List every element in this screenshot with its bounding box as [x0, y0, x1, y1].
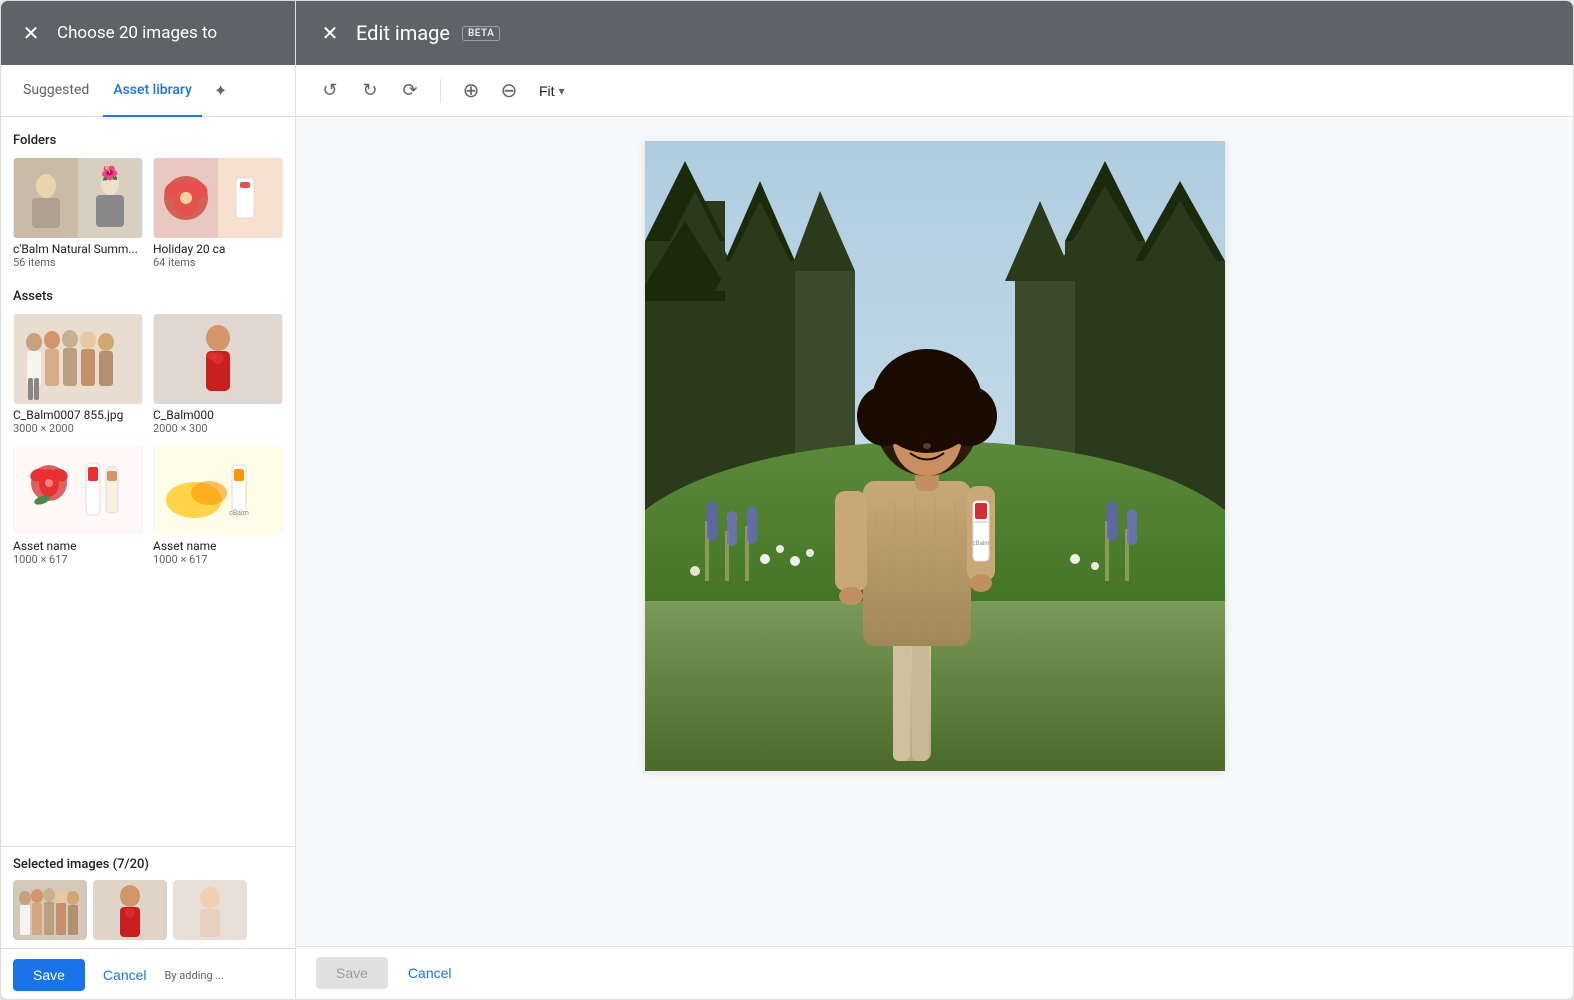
dropdown-arrow-icon: ▾: [559, 84, 565, 98]
reset-button[interactable]: ⟳: [392, 73, 428, 109]
folder-thumb-svg-2: [153, 158, 283, 238]
folder-1-name: c'Balm Natural Summ...: [13, 242, 143, 256]
selected-thumbs-row: [13, 880, 283, 940]
asset-thumb-2: [153, 314, 283, 404]
right-header: ✕ Edit image BETA: [296, 1, 1573, 65]
left-close-button[interactable]: ✕: [17, 19, 45, 47]
left-cancel-button[interactable]: Cancel: [95, 959, 155, 991]
right-cancel-button[interactable]: Cancel: [400, 957, 460, 989]
tab-suggested[interactable]: Suggested: [13, 65, 99, 117]
selected-thumb-3[interactable]: [173, 880, 247, 940]
asset-thumb-1: [13, 314, 143, 404]
image-canvas: cBalm: [645, 141, 1225, 771]
tabs-row: Suggested Asset library ✦: [1, 65, 295, 117]
folder-thumb-svg-1: 🌺: [13, 158, 143, 238]
asset-item-4[interactable]: cBalm Asset name 1000 × 617: [153, 445, 283, 566]
selected-thumb-1[interactable]: [13, 880, 87, 940]
asset-item-2[interactable]: C_Balm000 2000 × 300: [153, 314, 283, 435]
selected-label: Selected images (7/20): [13, 857, 283, 872]
svg-text:🌺: 🌺: [101, 165, 118, 182]
toolbar-separator: [440, 79, 441, 103]
redo-icon: ↻: [362, 80, 377, 101]
left-header: ✕ Choose 20 images to: [1, 1, 295, 65]
asset-thumb-3: [13, 445, 143, 535]
left-panel-title: Choose 20 images to: [57, 23, 217, 43]
folders-grid: 🌺 c'Balm Natural Summ... 56 items: [13, 158, 283, 269]
redo-button[interactable]: ↻: [352, 73, 388, 109]
zoom-out-icon: ⊖: [501, 78, 518, 103]
zoom-out-button[interactable]: ⊖: [491, 73, 527, 109]
selected-images-section: Selected images (7/20): [1, 846, 295, 948]
asset-3-name: Asset name: [13, 539, 143, 553]
assets-grid: C_Balm0007 855.jpg 3000 × 2000: [13, 314, 283, 566]
tab-asset-library[interactable]: Asset library: [103, 65, 202, 117]
selected-thumb-2[interactable]: [93, 880, 167, 940]
asset-2-name: C_Balm000: [153, 408, 283, 422]
asset-svg-2: [153, 314, 283, 404]
asset-item-3[interactable]: Asset name 1000 × 617: [13, 445, 143, 566]
asset-2-dims: 2000 × 300: [153, 422, 283, 435]
folder-item-1[interactable]: 🌺 c'Balm Natural Summ... 56 items: [13, 158, 143, 269]
right-footer: Save Cancel: [296, 946, 1573, 999]
right-close-button[interactable]: ✕: [316, 19, 344, 47]
footer-note: By adding ...: [165, 969, 283, 982]
toolbar: ↺ ↻ ⟳ ⊕ ⊖ Fit ▾: [296, 65, 1573, 117]
asset-svg-1: [13, 314, 143, 404]
star-icon[interactable]: ✦: [214, 81, 227, 100]
svg-text:cBalm: cBalm: [229, 509, 249, 517]
asset-3-dims: 1000 × 617: [13, 553, 143, 566]
asset-1-dims: 3000 × 2000: [13, 422, 143, 435]
left-footer: Save Cancel By adding ...: [1, 948, 295, 1000]
asset-1-name: C_Balm0007 855.jpg: [13, 408, 143, 422]
right-save-button[interactable]: Save: [316, 957, 388, 989]
folder-2-name: Holiday 20 ca: [153, 242, 283, 256]
asset-item-1[interactable]: C_Balm0007 855.jpg 3000 × 2000: [13, 314, 143, 435]
fit-dropdown-button[interactable]: Fit ▾: [531, 79, 573, 103]
zoom-in-icon: ⊕: [463, 78, 480, 103]
folder-1-count: 56 items: [13, 256, 143, 269]
svg-text:cBalm: cBalm: [972, 541, 989, 547]
folder-2-count: 64 items: [153, 256, 283, 269]
fit-label: Fit: [539, 83, 555, 99]
zoom-group: ⊕ ⊖: [453, 73, 527, 109]
folder-thumb-1: 🌺: [13, 158, 143, 238]
asset-svg-3: [13, 445, 143, 535]
asset-svg-4: cBalm: [153, 445, 283, 535]
left-panel: ✕ Choose 20 images to Suggested Asset li…: [1, 1, 296, 1000]
asset-thumb-4: cBalm: [153, 445, 283, 535]
beta-badge: BETA: [462, 26, 500, 41]
reset-icon: ⟳: [402, 80, 417, 101]
main-image: cBalm: [645, 141, 1225, 771]
asset-4-name: Asset name: [153, 539, 283, 553]
folder-item-2[interactable]: Holiday 20 ca 64 items: [153, 158, 283, 269]
right-panel: ✕ Edit image BETA ↺ ↻ ⟳ ⊕ ⊖: [296, 1, 1573, 999]
left-save-button[interactable]: Save: [13, 959, 85, 991]
zoom-in-button[interactable]: ⊕: [453, 73, 489, 109]
undo-icon: ↺: [322, 80, 337, 101]
assets-section-label: Assets: [13, 289, 283, 304]
left-close-icon: ✕: [23, 21, 40, 46]
folders-section-label: Folders: [13, 133, 283, 148]
canvas-area: cBalm: [296, 117, 1573, 946]
right-close-icon: ✕: [322, 21, 339, 46]
right-panel-title: Edit image: [356, 21, 450, 45]
undo-button[interactable]: ↺: [312, 73, 348, 109]
left-content: Folders: [1, 117, 295, 846]
folder-thumb-2: [153, 158, 283, 238]
asset-4-dims: 1000 × 617: [153, 553, 283, 566]
